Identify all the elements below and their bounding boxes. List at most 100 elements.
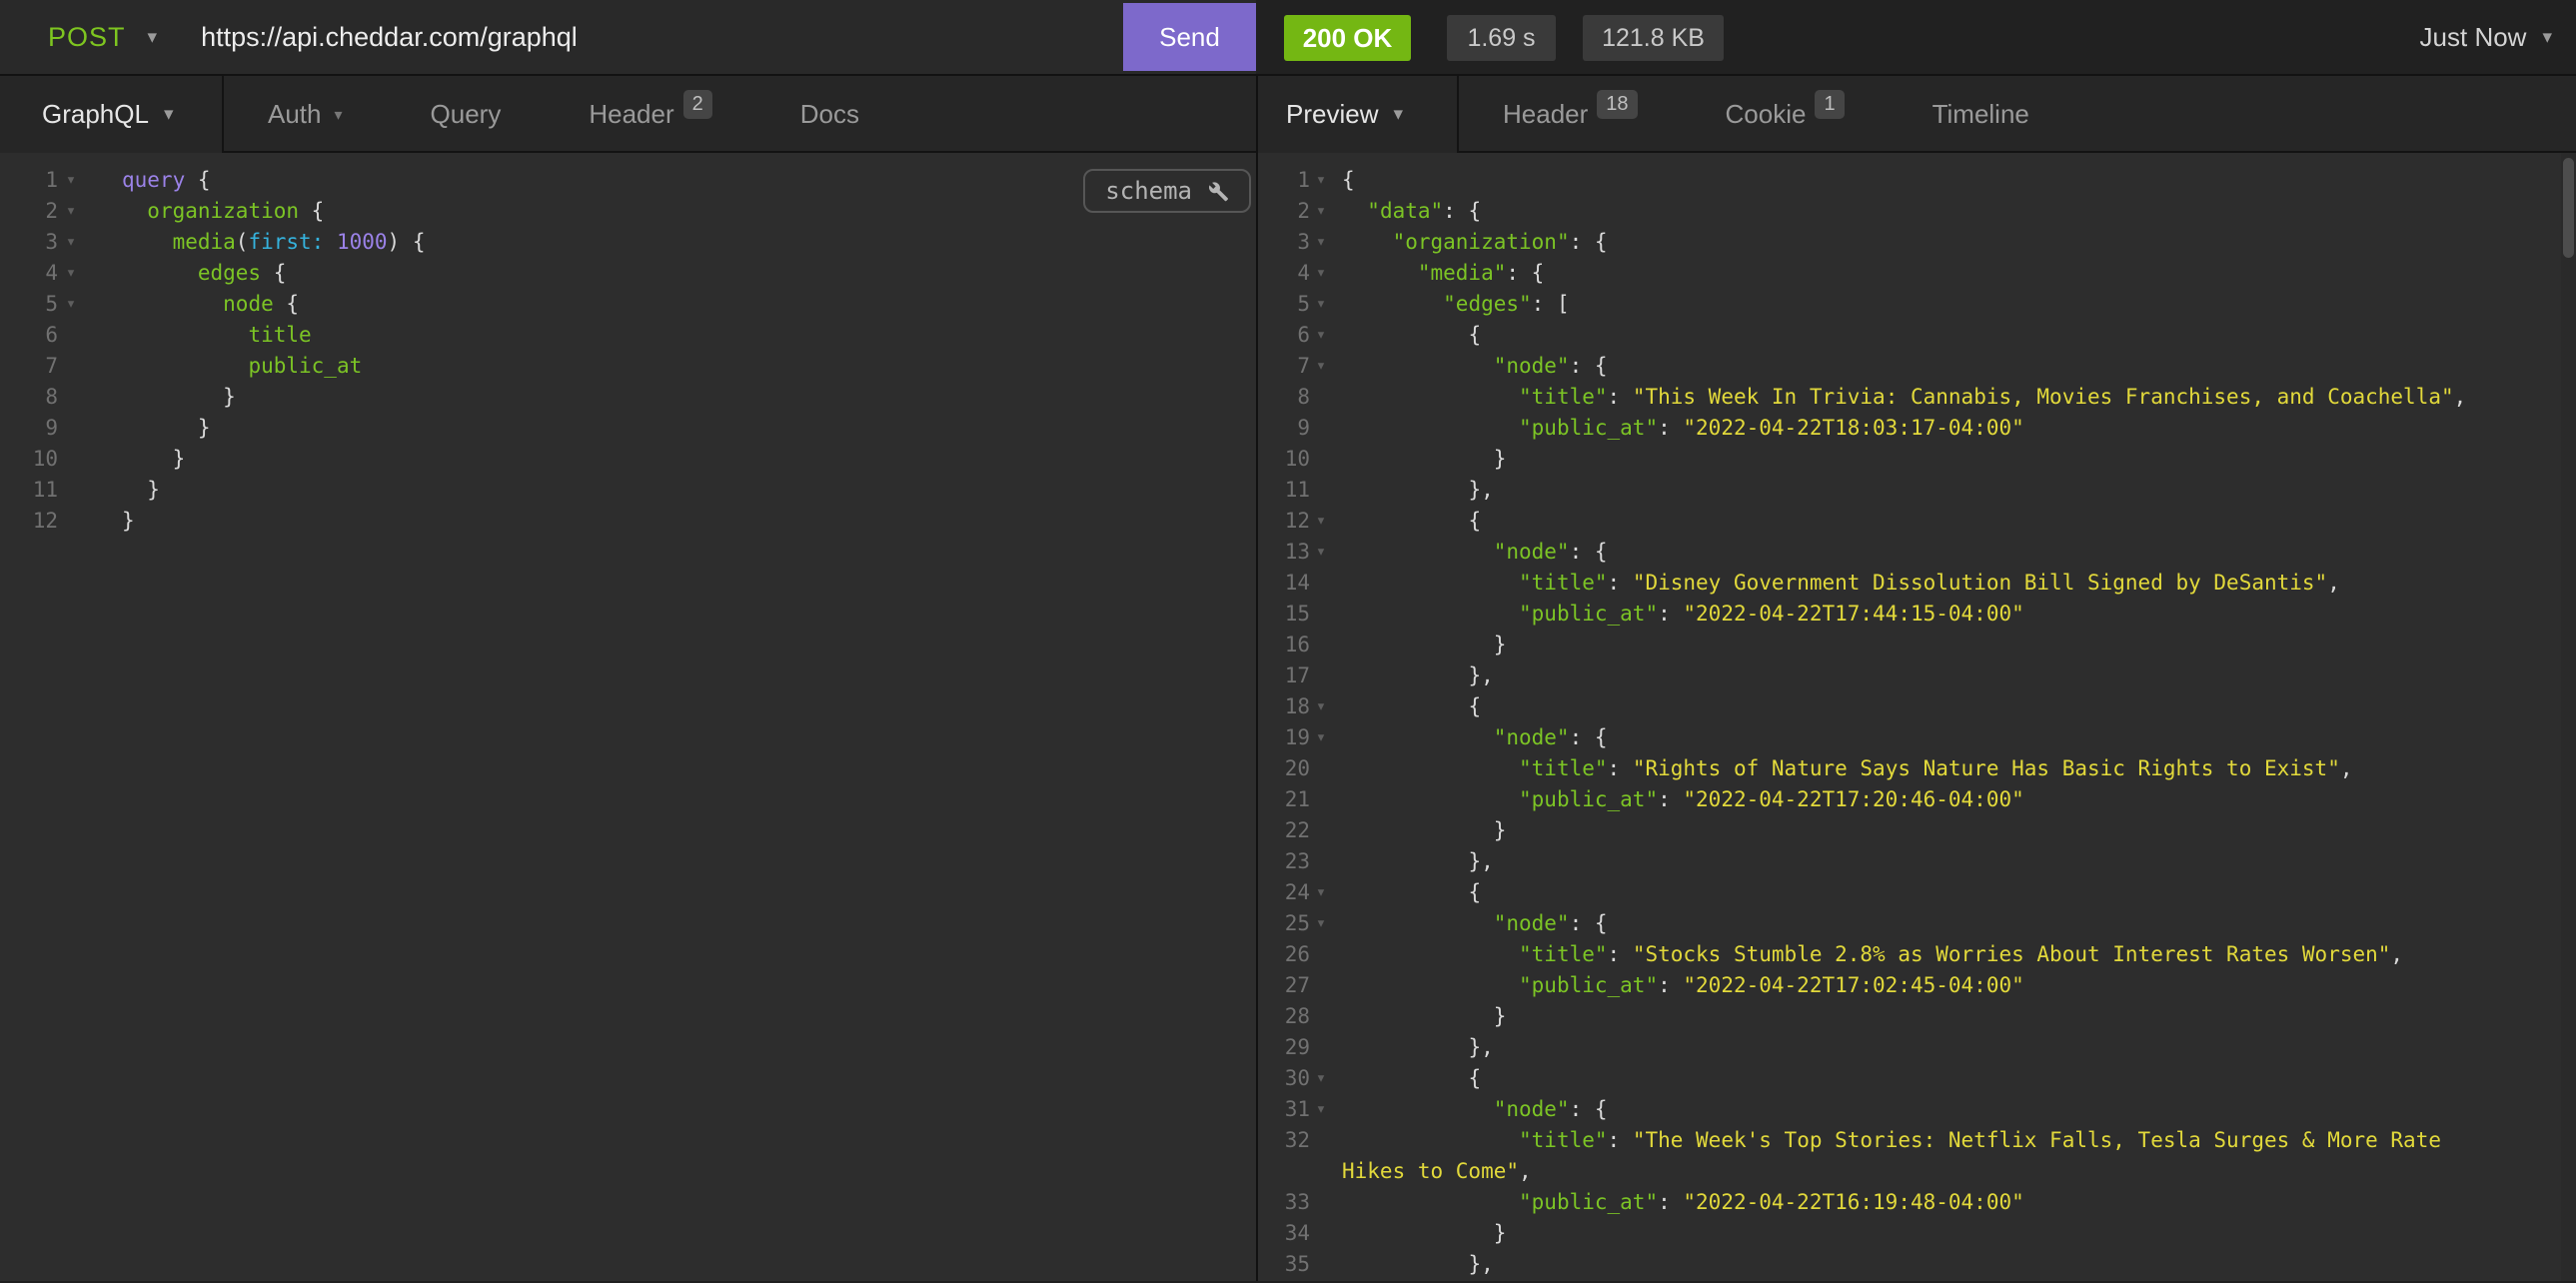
fold-arrow-icon[interactable]: ▾ xyxy=(1310,289,1332,320)
fold-arrow-icon[interactable]: ▾ xyxy=(1310,258,1332,289)
line-number: 10 xyxy=(1258,444,1310,475)
tab-label: Header xyxy=(589,99,673,130)
fold-arrow-icon[interactable]: ▾ xyxy=(1310,320,1332,351)
code-line[interactable]: 8 } xyxy=(0,382,1256,413)
tab-docs[interactable]: Docs xyxy=(756,76,903,153)
code-line[interactable]: 24▾ { xyxy=(1258,877,2576,908)
tab-label: Cookie xyxy=(1726,99,1807,130)
fold-arrow-icon[interactable]: ▾ xyxy=(1310,1280,1332,1281)
graphql-query-editor[interactable]: schema 1▾query {2▾ organization {3▾ medi… xyxy=(0,153,1256,1281)
fold-arrow-icon[interactable]: ▾ xyxy=(1310,1094,1332,1125)
code-line[interactable]: 1▾query { xyxy=(0,165,1256,196)
body-type-dropdown[interactable]: GraphQL ▾ xyxy=(0,76,222,153)
fold-arrow-icon[interactable]: ▾ xyxy=(58,165,84,196)
code-line[interactable]: 15 "public_at": "2022-04-22T17:44:15-04:… xyxy=(1258,599,2576,630)
code-line[interactable]: 18▾ { xyxy=(1258,691,2576,722)
code-line[interactable]: 16 } xyxy=(1258,630,2576,660)
fold-arrow-icon[interactable]: ▾ xyxy=(1310,1063,1332,1094)
code-line[interactable]: 29 }, xyxy=(1258,1032,2576,1063)
tab-response-header[interactable]: Header 18 xyxy=(1459,76,1682,153)
code-line[interactable]: 23 }, xyxy=(1258,846,2576,877)
json-response-viewer[interactable]: 1▾{2▾ "data": {3▾ "organization": {4▾ "m… xyxy=(1258,153,2576,1281)
code-line[interactable]: 9 } xyxy=(0,413,1256,444)
fold-arrow-icon[interactable]: ▾ xyxy=(58,258,84,289)
schema-button[interactable]: schema xyxy=(1083,169,1251,213)
code-line[interactable]: 11 } xyxy=(0,475,1256,506)
line-number: 8 xyxy=(0,382,58,413)
fold-arrow-icon[interactable]: ▾ xyxy=(1310,196,1332,227)
code-line[interactable]: 4▾ edges { xyxy=(0,258,1256,289)
code-line[interactable]: 1▾{ xyxy=(1258,165,2576,196)
code-line[interactable]: 22 } xyxy=(1258,815,2576,846)
code-line[interactable]: 7▾ "node": { xyxy=(1258,351,2576,382)
fold-arrow-icon[interactable]: ▾ xyxy=(1310,165,1332,196)
code-line[interactable]: 21 "public_at": "2022-04-22T17:20:46-04:… xyxy=(1258,784,2576,815)
code-line[interactable]: 8 "title": "This Week In Trivia: Cannabi… xyxy=(1258,382,2576,413)
code-line[interactable]: 10 } xyxy=(1258,444,2576,475)
code-line[interactable]: 4▾ "media": { xyxy=(1258,258,2576,289)
code-line[interactable]: 14 "title": "Disney Government Dissoluti… xyxy=(1258,568,2576,599)
code-line[interactable]: 20 "title": "Rights of Nature Says Natur… xyxy=(1258,753,2576,784)
code-line[interactable]: 26 "title": "Stocks Stumble 2.8% as Worr… xyxy=(1258,939,2576,970)
fold-arrow-icon[interactable]: ▾ xyxy=(1310,722,1332,753)
code-line[interactable]: 12} xyxy=(0,506,1256,537)
code-line[interactable]: 3▾ "organization": { xyxy=(1258,227,2576,258)
fold-arrow-icon[interactable]: ▾ xyxy=(1310,351,1332,382)
code-line[interactable]: 34 } xyxy=(1258,1218,2576,1249)
code-line[interactable]: 11 }, xyxy=(1258,475,2576,506)
fold-arrow-icon[interactable]: ▾ xyxy=(1310,537,1332,568)
tab-header[interactable]: Header 2 xyxy=(545,76,755,153)
preview-mode-dropdown[interactable]: Preview ▾ xyxy=(1258,76,1457,153)
fold-arrow-icon[interactable]: ▾ xyxy=(58,227,84,258)
code-line[interactable]: 2▾ "data": { xyxy=(1258,196,2576,227)
code-text: } xyxy=(1342,444,1506,475)
tab-cookie[interactable]: Cookie 1 xyxy=(1682,76,1889,153)
code-line[interactable]: 6▾ { xyxy=(1258,320,2576,351)
line-number: 6 xyxy=(0,320,58,351)
code-line[interactable]: 7 public_at xyxy=(0,351,1256,382)
code-line[interactable]: 32 "title": "The Week's Top Stories: Net… xyxy=(1258,1125,2576,1156)
fold-arrow-icon[interactable]: ▾ xyxy=(1310,506,1332,537)
fold-arrow-icon[interactable]: ▾ xyxy=(1310,877,1332,908)
code-line[interactable]: 36▾ { xyxy=(1258,1280,2576,1281)
code-line[interactable]: 27 "public_at": "2022-04-22T17:02:45-04:… xyxy=(1258,970,2576,1001)
code-line[interactable]: 13▾ "node": { xyxy=(1258,537,2576,568)
code-line[interactable]: 5▾ node { xyxy=(0,289,1256,320)
tab-timeline[interactable]: Timeline xyxy=(1889,76,2073,153)
code-text: media(first: 1000) { xyxy=(122,227,425,258)
code-line[interactable]: 12▾ { xyxy=(1258,506,2576,537)
fold-arrow-icon[interactable]: ▾ xyxy=(1310,227,1332,258)
send-button[interactable]: Send xyxy=(1123,3,1256,71)
code-line[interactable]: Hikes to Come", xyxy=(1258,1156,2576,1187)
code-line[interactable]: 17 }, xyxy=(1258,660,2576,691)
code-line[interactable]: 9 "public_at": "2022-04-22T18:03:17-04:0… xyxy=(1258,413,2576,444)
code-line[interactable]: 2▾ organization { xyxy=(0,196,1256,227)
code-line[interactable]: 31▾ "node": { xyxy=(1258,1094,2576,1125)
code-line[interactable]: 25▾ "node": { xyxy=(1258,908,2576,939)
code-line[interactable]: 35 }, xyxy=(1258,1249,2576,1280)
code-line[interactable]: 3▾ media(first: 1000) { xyxy=(0,227,1256,258)
url-input[interactable]: https://api.cheddar.com/graphql xyxy=(201,22,578,53)
code-line[interactable]: 10 } xyxy=(0,444,1256,475)
code-line[interactable]: 6 title xyxy=(0,320,1256,351)
chevron-down-icon[interactable]: ▾ xyxy=(148,26,158,49)
code-line[interactable]: 5▾ "edges": [ xyxy=(1258,289,2576,320)
line-number: 23 xyxy=(1258,846,1310,877)
code-line[interactable]: 28 } xyxy=(1258,1001,2576,1032)
scrollbar-thumb[interactable] xyxy=(2563,158,2574,258)
line-number: 17 xyxy=(1258,660,1310,691)
method-dropdown[interactable]: POST xyxy=(48,22,126,53)
code-line[interactable]: 19▾ "node": { xyxy=(1258,722,2576,753)
fold-spacer xyxy=(1310,1156,1332,1187)
code-line[interactable]: 33 "public_at": "2022-04-22T16:19:48-04:… xyxy=(1258,1187,2576,1218)
tab-query[interactable]: Query xyxy=(387,76,546,153)
code-line[interactable]: 30▾ { xyxy=(1258,1063,2576,1094)
fold-arrow-icon[interactable]: ▾ xyxy=(1310,908,1332,939)
fold-arrow-icon[interactable]: ▾ xyxy=(58,196,84,227)
fold-arrow-icon[interactable]: ▾ xyxy=(1310,691,1332,722)
response-history-dropdown[interactable]: Just Now ▾ xyxy=(2420,0,2552,74)
response-tab-bar: Preview ▾ Header 18 Cookie 1 Timeline xyxy=(1258,76,2576,153)
tab-auth[interactable]: Auth ▾ xyxy=(224,76,387,153)
fold-arrow-icon[interactable]: ▾ xyxy=(58,289,84,320)
scrollbar-track[interactable] xyxy=(2561,153,2576,1281)
